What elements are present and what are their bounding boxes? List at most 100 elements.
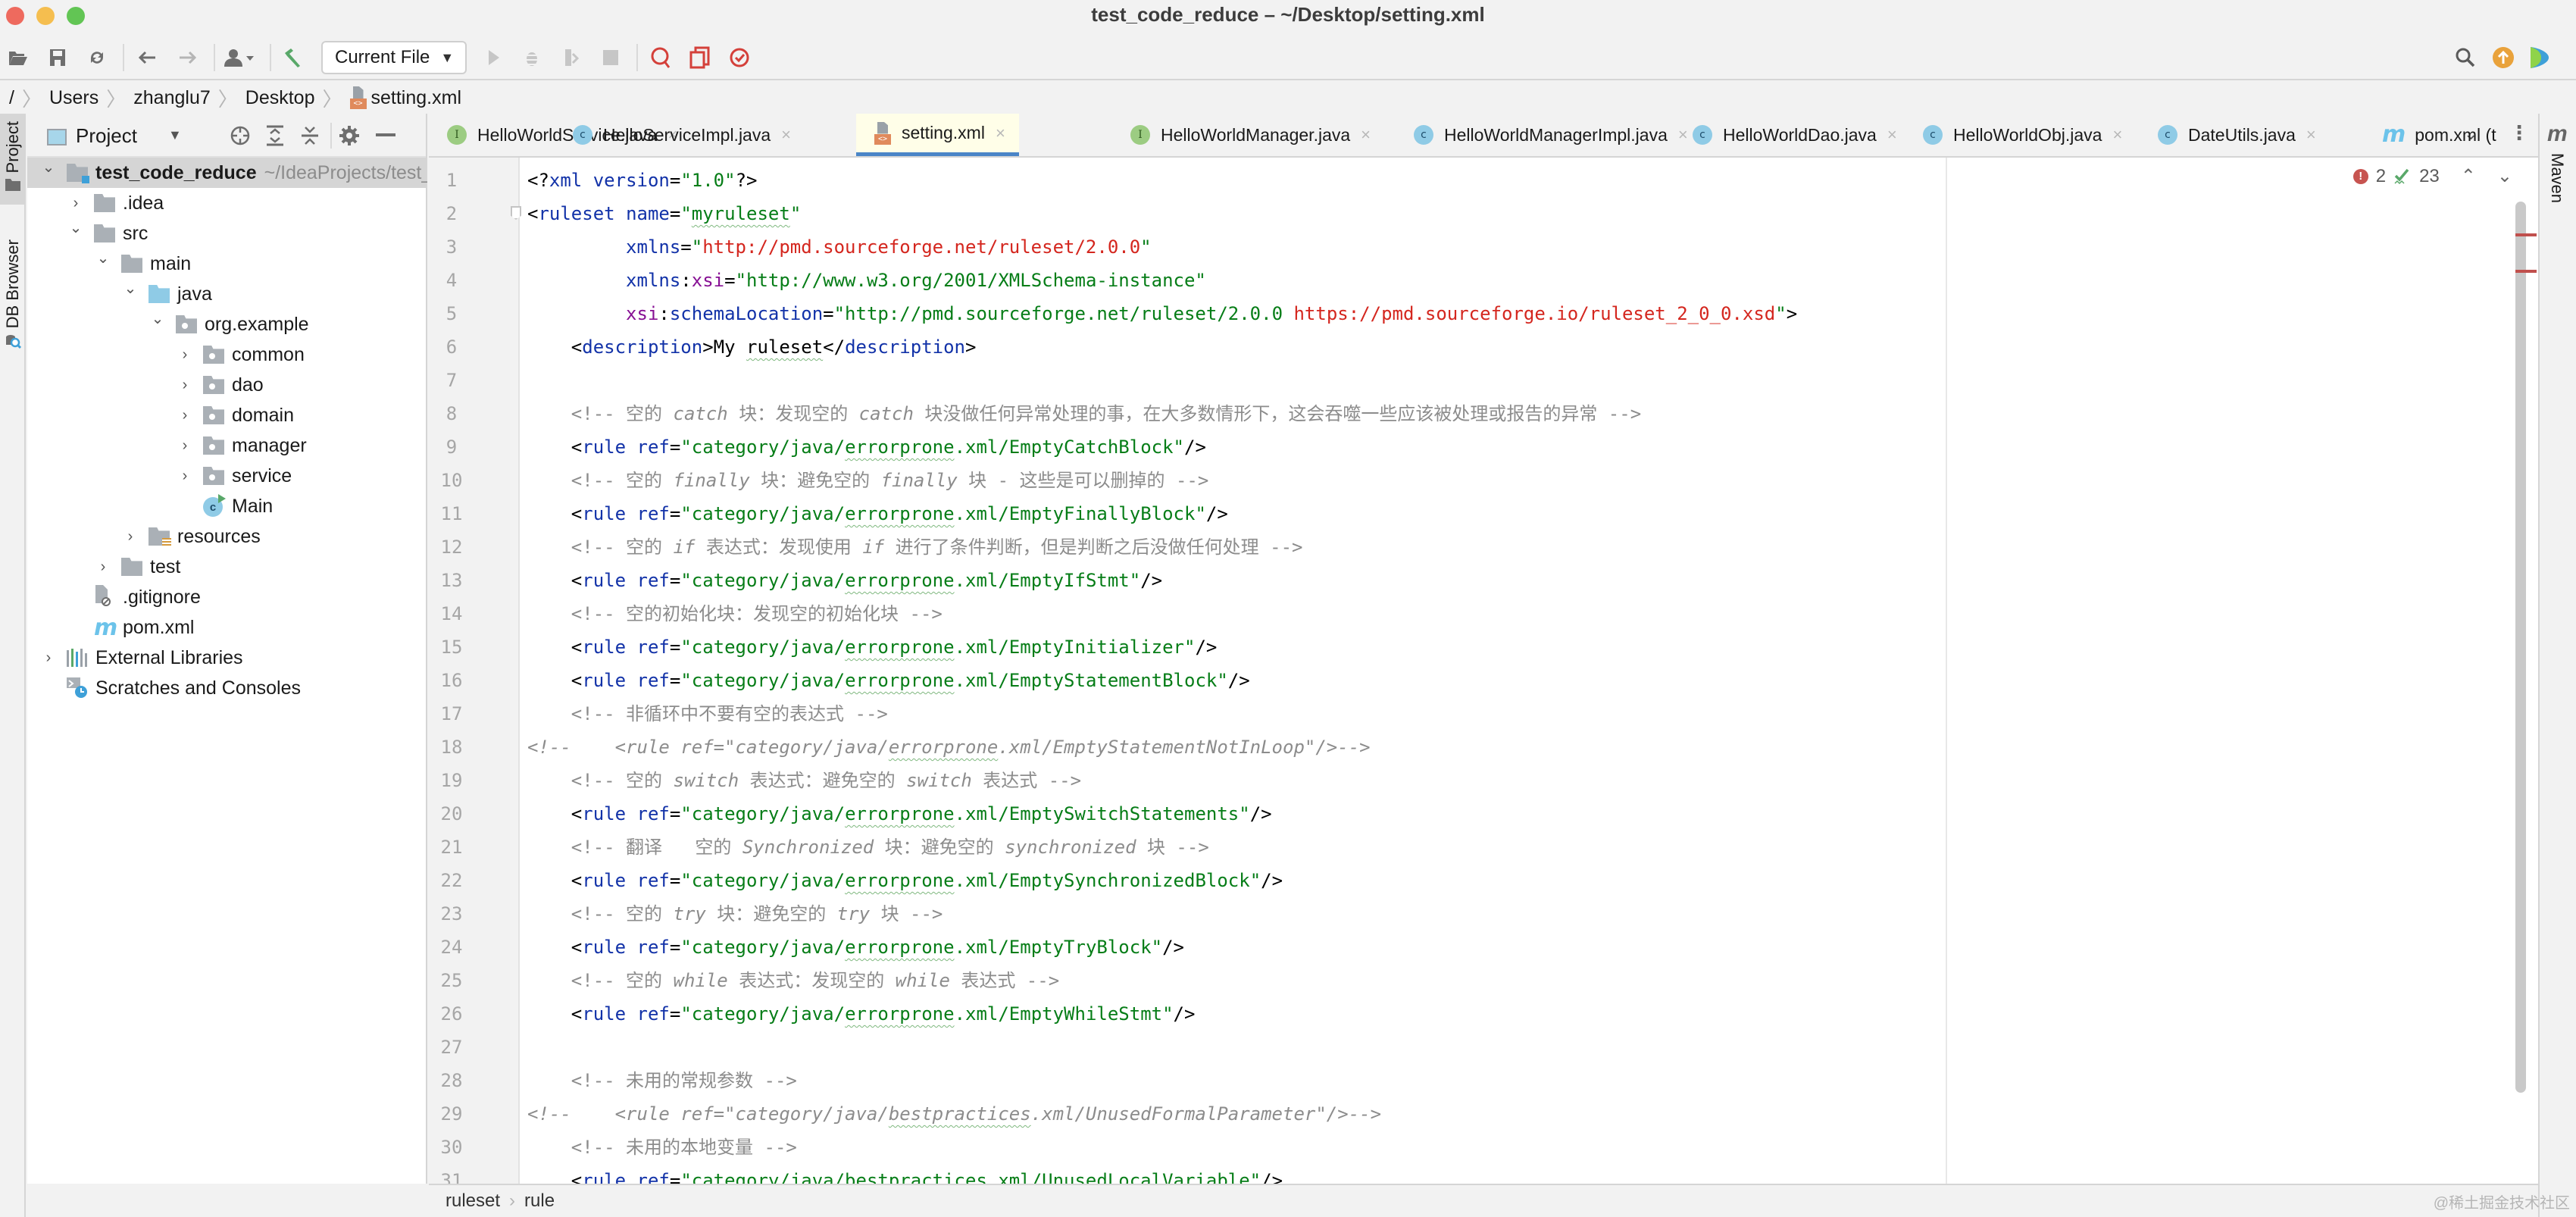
tree-item[interactable]: › External Libraries <box>27 643 427 673</box>
tool-window-project[interactable]: Project <box>0 114 26 205</box>
tree-item[interactable]: .gitignore <box>27 582 427 612</box>
xml-file-icon <box>349 86 367 109</box>
chevron-right-icon[interactable]: › <box>95 558 111 576</box>
update-icon[interactable] <box>2490 42 2517 73</box>
save-icon[interactable] <box>44 42 71 73</box>
locate-file-icon[interactable] <box>229 124 252 147</box>
breadcrumb-zhanglu7[interactable]: zhanglu7 <box>133 87 210 109</box>
copy-icon[interactable] <box>685 42 715 73</box>
chevron-down-icon[interactable]: ⌄ <box>95 249 111 267</box>
chevron-right-icon[interactable]: › <box>123 528 138 546</box>
project-view-select[interactable]: Project <box>76 124 137 148</box>
tree-item[interactable]: › dao <box>27 370 427 400</box>
close-tab-icon[interactable]: × <box>2306 125 2316 145</box>
previous-highlight-icon[interactable]: ⌃ <box>2461 165 2476 187</box>
tree-item[interactable]: ⌄ org.example <box>27 309 427 339</box>
tree-item[interactable]: c Main <box>27 491 427 521</box>
run-icon[interactable] <box>480 42 508 73</box>
tree-item[interactable]: m pom.xml <box>27 612 427 643</box>
code-token: < <box>527 937 583 958</box>
open-folder-icon[interactable] <box>5 42 32 73</box>
coverage-icon[interactable] <box>558 42 585 73</box>
tree-item[interactable]: › service <box>27 461 427 491</box>
chevron-right-icon[interactable]: › <box>41 649 56 667</box>
breadcrumb-users[interactable]: Users <box>49 87 98 109</box>
fold-toggle-icon[interactable] <box>511 206 521 220</box>
jetbrains-logo-icon[interactable] <box>2526 42 2553 73</box>
chevron-right-icon[interactable]: › <box>177 407 192 424</box>
tree-item[interactable]: › .idea <box>27 188 427 218</box>
tree-item[interactable]: › common <box>27 339 427 370</box>
stop-icon[interactable] <box>597 42 624 73</box>
forward-icon[interactable] <box>173 42 203 73</box>
back-icon[interactable] <box>132 42 162 73</box>
chevron-down-icon[interactable]: ⌄ <box>41 158 56 177</box>
gear-icon[interactable] <box>338 124 361 147</box>
editor-tab[interactable]: c HelloWorldManagerImpl.java × <box>1396 114 1702 156</box>
vertical-scrollbar[interactable] <box>2515 202 2526 1093</box>
chevron-down-icon[interactable]: ⌄ <box>123 279 138 298</box>
debug-icon[interactable] <box>518 42 546 73</box>
chevron-down-icon[interactable]: ⌄ <box>150 309 165 328</box>
search-icon[interactable] <box>2452 42 2479 73</box>
tool-window-maven[interactable]: Maven <box>2547 153 2567 203</box>
breadcrumb-file[interactable]: setting.xml <box>349 86 461 109</box>
tree-item[interactable]: › manager <box>27 430 427 461</box>
close-tab-icon[interactable]: × <box>2112 125 2122 145</box>
tree-item[interactable]: ⌄ src <box>27 218 427 249</box>
chevron-right-icon[interactable]: › <box>177 468 192 485</box>
next-highlight-icon[interactable]: ⌄ <box>2497 165 2512 187</box>
error-stripe-marker[interactable] <box>2515 270 2537 273</box>
tree-item[interactable]: › test <box>27 552 427 582</box>
inspect-icon[interactable] <box>646 42 676 73</box>
editor-tab[interactable]: I HelloWorldManager.java × <box>1112 114 1384 156</box>
code-token: <? <box>527 170 549 191</box>
chevron-down-icon[interactable]: ▼ <box>168 127 182 143</box>
vcs-user-icon[interactable] <box>220 42 261 73</box>
editor-tab[interactable]: c DateUtils.java × <box>2140 114 2330 156</box>
tree-item-label: service <box>232 465 292 487</box>
tree-item[interactable]: Scratches and Consoles <box>27 673 427 703</box>
close-tab-icon[interactable]: × <box>781 125 791 145</box>
breadcrumb-root[interactable]: / <box>9 87 14 109</box>
run-configuration-select[interactable]: Current File ▼ <box>321 41 467 74</box>
structure-crumb-rule[interactable]: rule <box>524 1190 555 1212</box>
close-tab-icon[interactable]: × <box>1361 125 1371 145</box>
tree-item[interactable]: ⌄ main <box>27 249 427 279</box>
code-token: < <box>527 1170 583 1184</box>
chevron-right-icon[interactable]: › <box>177 377 192 394</box>
editor-tab[interactable]: setting.xml × <box>856 114 1019 156</box>
editor-tab[interactable]: c HelloServiceImpl.java × <box>555 114 805 156</box>
check-icon[interactable] <box>724 42 755 73</box>
code-editor[interactable]: 1 2 3 4 5 6 7 8 9 10 11 12 13 14 15 16 17 18 19 20 21 22 23 24 2… <box>429 158 2538 1184</box>
chevron-right-icon[interactable]: › <box>68 195 83 212</box>
expand-all-icon[interactable] <box>264 124 286 147</box>
error-stripe-marker[interactable] <box>2515 233 2537 236</box>
editor-tab[interactable]: c HelloWorldObj.java × <box>1905 114 2136 156</box>
tree-item[interactable]: › domain <box>27 400 427 430</box>
build-hammer-icon[interactable] <box>277 42 308 73</box>
code-line: <!-- 非循环中不要有空的表达式 --> <box>527 697 888 731</box>
inspection-widget[interactable]: ! 2 23 ⌃ ⌄ <box>2352 165 2512 187</box>
structure-crumb-ruleset[interactable]: ruleset <box>445 1190 500 1212</box>
chevron-down-icon[interactable]: ⌄ <box>68 218 83 237</box>
tree-item[interactable]: › resources <box>27 521 427 552</box>
warning-count: 23 <box>2419 165 2440 186</box>
chevron-right-icon[interactable]: › <box>177 437 192 455</box>
sync-icon[interactable] <box>83 42 111 73</box>
tree-item[interactable]: ⌄ test_code_reduce ~/IdeaProjects/test_cod… <box>27 158 427 188</box>
collapse-all-icon[interactable] <box>299 124 321 147</box>
editor-tab[interactable]: c HelloWorldDao.java × <box>1674 114 1911 156</box>
hide-panel-icon[interactable] <box>374 124 397 147</box>
close-tab-icon[interactable]: × <box>996 124 1005 143</box>
tree-item[interactable]: ⌄ java <box>27 279 427 309</box>
editor-tab[interactable]: m pom.xml (t <box>2364 114 2510 156</box>
chevron-right-icon[interactable]: › <box>177 346 192 364</box>
tool-window-db-browser[interactable]: DB Browser <box>0 235 26 371</box>
more-options-icon[interactable]: ⋮ <box>2509 121 2529 145</box>
line-number: 3 <box>445 236 458 258</box>
breadcrumb-desktop[interactable]: Desktop <box>245 87 315 109</box>
close-tab-icon[interactable]: × <box>1887 125 1897 145</box>
